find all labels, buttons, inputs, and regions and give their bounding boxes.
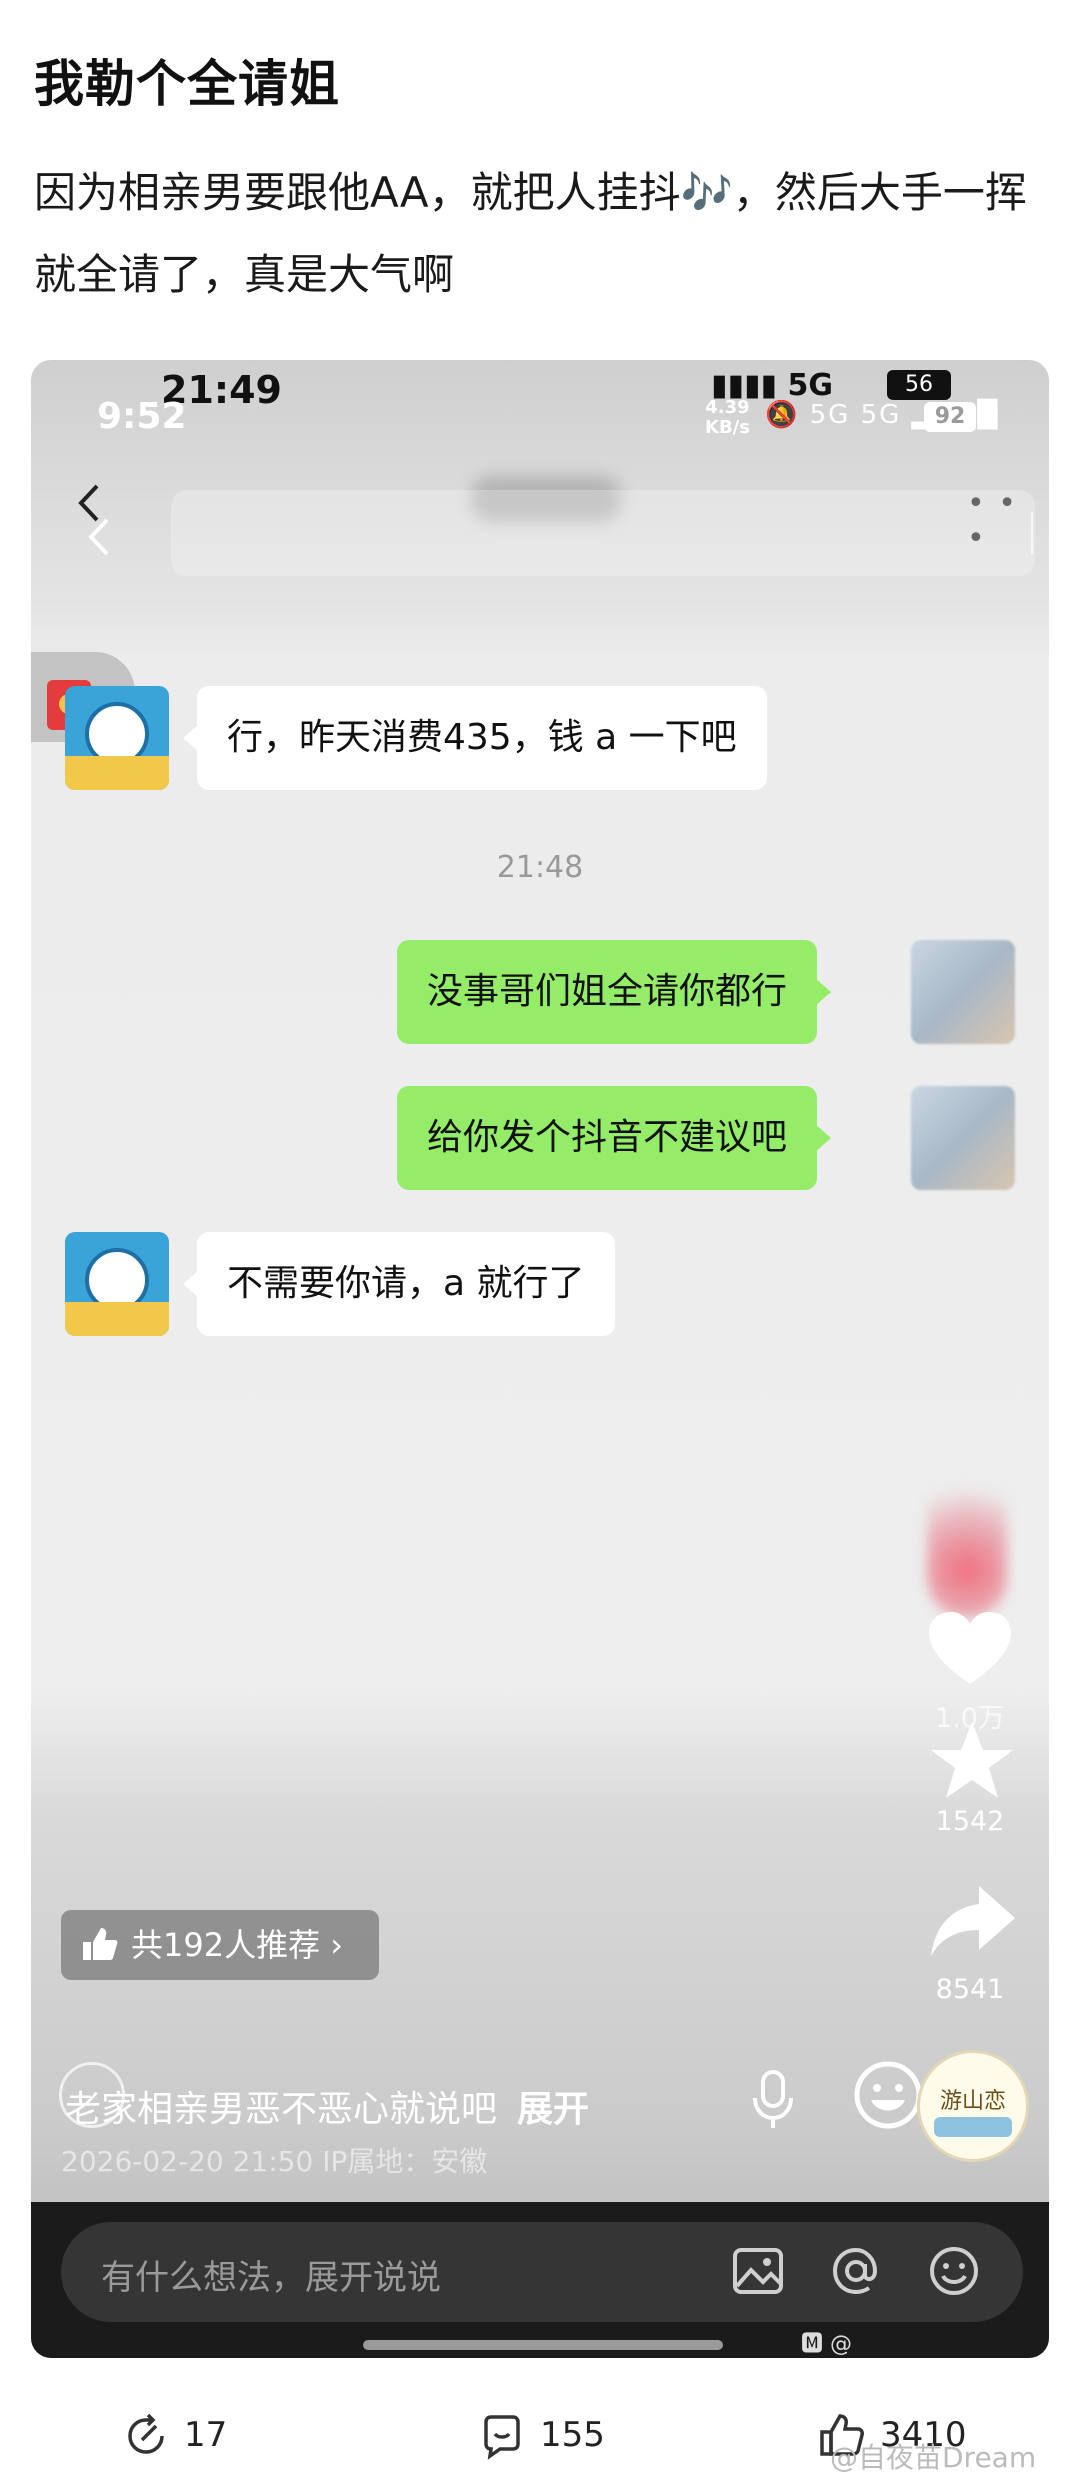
share-icon[interactable]	[927, 1882, 1017, 1962]
favorite-count: 1542	[935, 1806, 1005, 1837]
repost-count: 17	[184, 2415, 228, 2455]
caption-expand-button[interactable]: 展开	[517, 2089, 589, 2130]
search-divider	[1031, 512, 1033, 554]
status-time: 9:52	[97, 396, 187, 437]
back-arrow-icon[interactable]	[75, 512, 125, 562]
repost-icon	[128, 2413, 164, 2454]
watermark: @自夜苗Dream	[830, 2441, 1037, 2474]
emoji-icon[interactable]	[927, 2244, 981, 2298]
net-rate: 4.39 KB/s	[705, 397, 750, 438]
emoji-icon[interactable]	[853, 2060, 923, 2130]
creator-avatar-blurred[interactable]	[927, 1458, 1007, 1618]
music-disc-label: 游山恋	[939, 2089, 1006, 2114]
post-meta: 2026-02-20 21:50 IP属地：安徽	[61, 2145, 488, 2178]
comment-placeholder: 有什么想法，展开说说	[101, 2258, 441, 2298]
comment-bar: 有什么想法，展开说说 🅼 @	[31, 2202, 1049, 2358]
message-bubble[interactable]: 没事哥们姐全请你都行	[397, 940, 832, 1044]
search-bar[interactable]: 搜索	[171, 490, 1035, 576]
comment-icon	[484, 2415, 520, 2460]
share-count: 8541	[935, 1974, 1005, 2005]
repost-button[interactable]: 17	[122, 2400, 322, 2470]
self-avatar[interactable]	[911, 940, 1015, 1044]
mute-icon: 🔕	[765, 400, 800, 430]
home-indicator	[363, 2340, 723, 2350]
caption-text: 老家相亲男恶不恶心就说吧	[65, 2089, 498, 2130]
at-mention-icon[interactable]	[829, 2244, 883, 2298]
small-watermark: 🅼 @	[801, 2332, 852, 2357]
contact-avatar[interactable]	[65, 1232, 169, 1336]
comment-button[interactable]: 155	[478, 2400, 678, 2470]
star-icon[interactable]	[927, 1720, 1017, 1800]
message-bubble[interactable]: 给你发个抖音不建议吧	[397, 1086, 832, 1190]
post-body: 因为相亲男要跟他AA，就把人挂抖🎶，然后大手一挥就全请了，真是大气啊	[34, 168, 1027, 299]
comment-count: 155	[540, 2415, 605, 2455]
battery-icon: 92	[924, 402, 976, 432]
heart-icon[interactable]	[925, 1610, 1015, 1690]
microphone-icon[interactable]	[751, 2070, 795, 2130]
image-icon[interactable]	[731, 2244, 785, 2298]
battery-icon-top: 56	[887, 370, 951, 400]
time-divider: 21:48	[496, 850, 584, 885]
thumbs-up-icon	[83, 1928, 118, 1960]
music-disc[interactable]: 游山恋	[917, 2050, 1029, 2162]
video-caption[interactable]: 老家相亲男恶不恶心就说吧 展开	[65, 2080, 589, 2132]
recommend-label: 共192人推荐	[131, 1926, 321, 1964]
comment-input[interactable]: 有什么想法，展开说说	[61, 2222, 1023, 2322]
message-bubble[interactable]: 行，昨天消费435，钱 a 一下吧	[183, 686, 767, 790]
contact-avatar[interactable]	[65, 686, 169, 790]
chevron-right-icon: ›	[330, 1926, 344, 1964]
post-title: 我勒个全请姐	[34, 55, 340, 113]
recommend-chip[interactable]: 共192人推荐 ›	[61, 1910, 379, 1980]
embedded-screenshot[interactable]: 21:49 9:52 ▮▮▮▮ 5G 56 4.39 KB/s 🔕 5G 5G …	[31, 360, 1049, 2358]
self-avatar[interactable]	[911, 1086, 1015, 1190]
message-bubble[interactable]: 不需要你请，a 就行了	[183, 1232, 615, 1336]
